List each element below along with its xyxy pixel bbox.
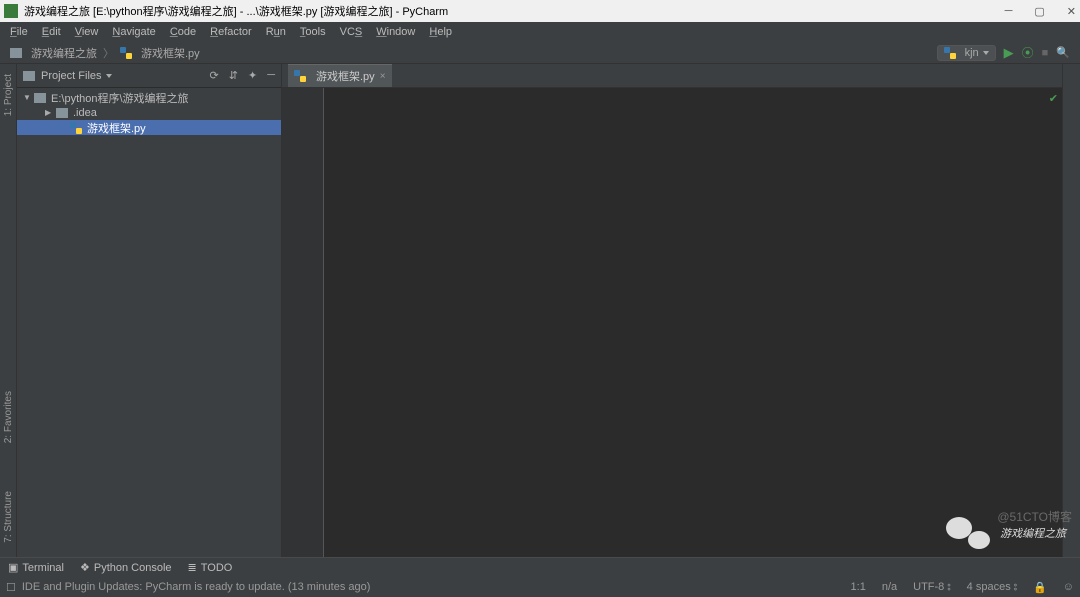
favorites-tool-button[interactable]: 2: Favorites xyxy=(3,387,14,447)
folder-icon xyxy=(10,48,22,58)
tree-row[interactable]: ▶ .idea xyxy=(17,105,281,120)
menu-vcs[interactable]: VCS xyxy=(334,24,369,40)
folder-icon xyxy=(34,93,46,103)
menu-refactor[interactable]: Refactor xyxy=(204,24,258,40)
maximize-button[interactable]: ▢ xyxy=(1034,5,1044,18)
project-panel: Project Files ⟳ ⇵ ✦ ─ ▼ E:\python程序\游戏编程之… xyxy=(17,64,282,557)
editor-area: 游戏框架.py × ✔ xyxy=(282,64,1062,557)
structure-tool-button[interactable]: 7: Structure xyxy=(3,487,14,547)
project-tree[interactable]: ▼ E:\python程序\游戏编程之旅 ▶ .idea游戏框架.py xyxy=(17,88,281,557)
tree-label: .idea xyxy=(73,107,97,119)
run-config-selector[interactable]: kjn xyxy=(937,45,996,61)
tree-label: 游戏框架.py xyxy=(87,120,146,136)
breadcrumb-root[interactable]: 游戏编程之旅 xyxy=(31,45,97,61)
minimize-button[interactable]: ─ xyxy=(1005,5,1013,18)
navigation-bar: 游戏编程之旅 〉 游戏框架.py kjn ▶ ⦿ ■ 🔍 xyxy=(0,42,1080,64)
menu-navigate[interactable]: Navigate xyxy=(106,24,161,40)
close-icon[interactable]: × xyxy=(380,71,386,82)
close-button[interactable]: ✕ xyxy=(1067,5,1076,18)
folder-icon xyxy=(56,108,68,118)
terminal-tool-button[interactable]: ▣ Terminal xyxy=(8,561,64,574)
inspection-ok-icon[interactable]: ✔ xyxy=(1049,92,1058,105)
python-file-icon xyxy=(294,70,306,82)
bottom-tool-strip: ▣ Terminal ❖ Python Console ≣ TODO xyxy=(0,557,1080,577)
gear-icon[interactable]: ✦ xyxy=(248,69,257,82)
python-console-tool-button[interactable]: ❖ Python Console xyxy=(80,561,172,574)
menu-help[interactable]: Help xyxy=(423,24,458,40)
status-hector-icon[interactable]: ☺ xyxy=(1063,581,1074,594)
stop-button[interactable]: ■ xyxy=(1042,47,1049,59)
menu-run[interactable]: Run xyxy=(260,24,292,40)
python-file-icon xyxy=(70,122,82,134)
run-config-name: kjn xyxy=(965,47,979,59)
editor-gutter xyxy=(282,88,324,557)
run-button[interactable]: ▶ xyxy=(1004,45,1014,61)
status-bar: ☐ IDE and Plugin Updates: PyCharm is rea… xyxy=(0,577,1080,597)
tree-row[interactable]: 游戏框架.py xyxy=(17,120,281,135)
chevron-down-icon xyxy=(983,51,989,55)
project-panel-header: Project Files ⟳ ⇵ ✦ ─ xyxy=(17,64,281,88)
expander-icon[interactable]: ▶ xyxy=(45,108,53,117)
app-icon xyxy=(4,4,18,18)
status-position[interactable]: 1:1 xyxy=(851,581,866,594)
window-title: 游戏编程之旅 [E:\python程序\游戏编程之旅] - ...\游戏框架.p… xyxy=(24,3,1005,19)
project-panel-title[interactable]: Project Files xyxy=(41,70,102,82)
tree-label: E:\python程序\游戏编程之旅 xyxy=(51,90,189,106)
breadcrumb-file[interactable]: 游戏框架.py xyxy=(141,45,200,61)
menu-file[interactable]: FFileile xyxy=(4,24,34,40)
python-icon xyxy=(944,47,956,59)
search-button[interactable]: 🔍 xyxy=(1056,46,1070,59)
chevron-down-icon[interactable] xyxy=(106,74,112,78)
menu-code[interactable]: Code xyxy=(164,24,202,40)
window-titlebar: 游戏编程之旅 [E:\python程序\游戏编程之旅] - ...\游戏框架.p… xyxy=(0,0,1080,22)
folder-icon xyxy=(23,71,35,81)
left-tool-strip: 1: Project 2: Favorites 7: Structure xyxy=(0,64,17,557)
menu-edit[interactable]: Edit xyxy=(36,24,67,40)
status-utf[interactable]: UTF-8 ⦂ xyxy=(913,581,951,594)
right-tool-strip xyxy=(1062,64,1080,557)
editor-tab-label: 游戏框架.py xyxy=(316,68,375,84)
breadcrumb-sep: 〉 xyxy=(103,45,114,61)
menu-window[interactable]: Window xyxy=(370,24,421,40)
menu-view[interactable]: View xyxy=(69,24,105,40)
expander-icon[interactable]: ▼ xyxy=(23,93,31,102)
tree-row[interactable]: ▼ E:\python程序\游戏编程之旅 xyxy=(17,90,281,105)
status-lock-icon[interactable]: 🔒 xyxy=(1033,581,1047,594)
debug-button[interactable]: ⦿ xyxy=(1022,44,1034,61)
editor-tabbar: 游戏框架.py × xyxy=(282,64,1062,88)
hide-icon[interactable]: ─ xyxy=(267,69,275,82)
code-editor[interactable]: ✔ xyxy=(282,88,1062,557)
status-message[interactable]: IDE and Plugin Updates: PyCharm is ready… xyxy=(22,581,371,593)
todo-tool-button[interactable]: ≣ TODO xyxy=(188,561,233,574)
project-tool-button[interactable]: 1: Project xyxy=(3,70,14,120)
scroll-from-source-icon[interactable]: ⟳ xyxy=(210,69,219,82)
status-encoding[interactable]: n/a xyxy=(882,581,897,594)
main-menu: FFileile Edit View Navigate Code Refacto… xyxy=(0,22,1080,42)
breadcrumb[interactable]: 游戏编程之旅 〉 游戏框架.py xyxy=(10,45,200,61)
python-file-icon xyxy=(120,47,132,59)
editor-tab[interactable]: 游戏框架.py × xyxy=(288,64,392,87)
status-indent[interactable]: 4 spaces ⦂ xyxy=(967,581,1017,594)
status-icon: ☐ xyxy=(6,581,16,594)
collapse-all-icon[interactable]: ⇵ xyxy=(229,69,238,82)
menu-tools[interactable]: Tools xyxy=(294,24,332,40)
